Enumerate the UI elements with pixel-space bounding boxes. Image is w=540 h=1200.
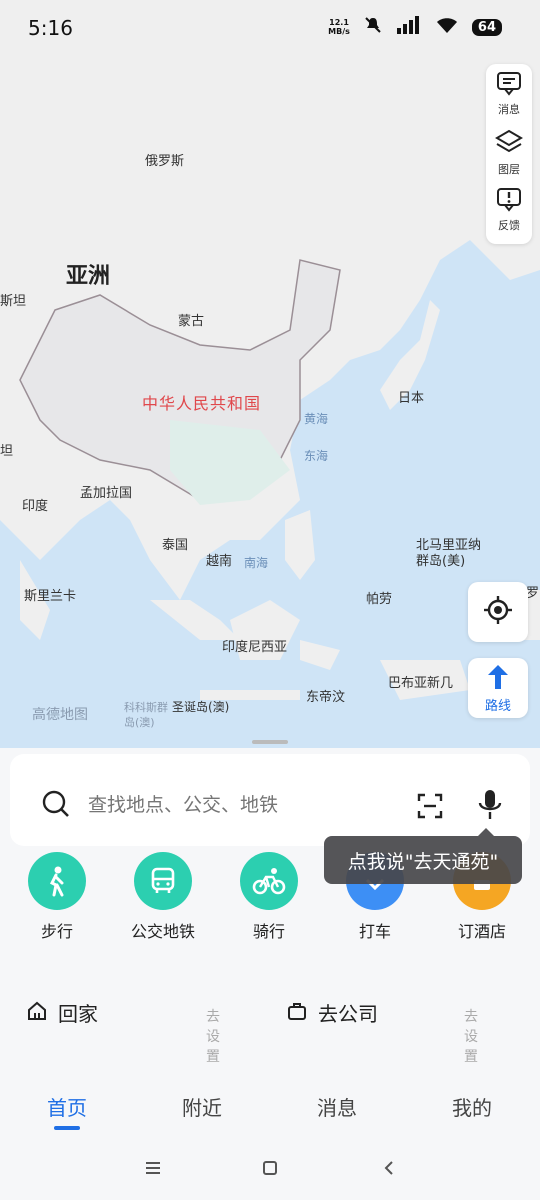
map-label-yellow-sea: 黄海 xyxy=(304,412,329,426)
battery-indicator: 64 xyxy=(471,18,502,36)
microphone-icon[interactable] xyxy=(476,788,504,826)
map-label-indonesia: 印度尼西亚 xyxy=(222,640,288,655)
back-icon[interactable] xyxy=(382,1160,396,1180)
bike-icon xyxy=(240,852,298,910)
mute-icon xyxy=(364,16,382,38)
tab-mine[interactable]: 我的 xyxy=(452,1092,492,1121)
bottom-tabs: 首页 附近 消息 我的 xyxy=(0,1088,540,1138)
map-label-cocos: 科科斯群 岛(澳) xyxy=(124,700,168,730)
map-label-asia: 亚洲 xyxy=(66,264,111,289)
menu-icon[interactable] xyxy=(144,1160,162,1180)
mode-transit[interactable]: 公交地铁 xyxy=(123,852,203,942)
voice-tooltip[interactable]: 点我说"去天通苑" xyxy=(324,828,522,884)
sheet-handle[interactable] xyxy=(252,740,288,744)
net-speed: 12.1 MB/s xyxy=(328,18,350,36)
status-time: 5:16 xyxy=(28,16,73,40)
map-label-east-timor: 东帝汶 xyxy=(306,690,346,705)
map-label-vietnam: 越南 xyxy=(206,554,233,569)
map-label-left-2: 坦 xyxy=(0,444,14,459)
fav-home-label: 回家 xyxy=(58,1002,98,1026)
net-speed-unit: MB/s xyxy=(328,27,350,36)
map-label-cocos-1: 科科斯群 xyxy=(124,701,168,714)
map-label-mariana-2: 群岛(美) xyxy=(416,554,466,569)
message-icon xyxy=(495,70,523,99)
mode-hotel-label: 订酒店 xyxy=(457,922,506,941)
map-label-palau: 帕劳 xyxy=(366,592,393,607)
map-label-cocos-2: 岛(澳) xyxy=(124,716,155,729)
map-label-india: 印度 xyxy=(22,499,49,514)
map-view[interactable]: 俄罗斯 亚洲 斯坦 蒙古 中华人民共和国 日本 黄海 坦 东海 孟加拉国 印度 … xyxy=(0,0,540,760)
map-label-east-sea: 东海 xyxy=(304,449,329,463)
fav-home-hint: 去设置 xyxy=(206,1009,220,1065)
route-button[interactable]: 路线 xyxy=(468,658,528,718)
wifi-icon xyxy=(436,16,458,38)
layers-icon xyxy=(494,128,524,159)
map-tools: 消息 图层 反馈 xyxy=(486,64,532,244)
mode-transit-label: 公交地铁 xyxy=(130,922,195,941)
route-button-label: 路线 xyxy=(484,698,511,714)
system-nav-bar xyxy=(0,1150,540,1190)
map-label-papua: 巴布亚新几 xyxy=(388,676,454,691)
mode-bike-label: 骑行 xyxy=(252,922,285,941)
mode-taxi-label: 打车 xyxy=(358,922,391,941)
net-speed-value: 12.1 xyxy=(329,18,349,27)
mode-walk[interactable]: 步行 xyxy=(17,852,97,942)
fav-home[interactable]: 回家 去设置 xyxy=(26,998,220,1065)
status-bar: 5:16 12.1 MB/s 64 xyxy=(0,0,540,56)
scan-icon[interactable] xyxy=(416,792,444,824)
tool-message-label: 消息 xyxy=(498,103,520,116)
fav-work-hint: 去设置 xyxy=(464,1009,478,1065)
tool-layers-label: 图层 xyxy=(498,163,520,176)
status-icons: 12.1 MB/s 64 xyxy=(328,16,502,38)
mode-bike[interactable]: 骑行 xyxy=(229,852,309,942)
walk-icon xyxy=(28,852,86,910)
tool-layers[interactable]: 图层 xyxy=(494,128,524,186)
route-arrow-icon xyxy=(486,663,510,695)
search-bar[interactable] xyxy=(10,754,530,846)
home-icon xyxy=(26,1000,48,1026)
fav-work[interactable]: 去公司 去设置 xyxy=(286,998,478,1065)
tool-feedback-label: 反馈 xyxy=(498,219,520,232)
tab-indicator xyxy=(54,1126,80,1130)
bus-icon xyxy=(134,852,192,910)
tab-nearby[interactable]: 附近 xyxy=(182,1092,222,1121)
map-credit: 高德地图 xyxy=(32,707,88,723)
fav-work-label: 去公司 xyxy=(318,1002,378,1026)
home-square-icon[interactable] xyxy=(262,1160,278,1180)
map-label-russia: 俄罗斯 xyxy=(145,154,185,169)
locate-icon xyxy=(482,594,514,630)
map-label-bangladesh: 孟加拉国 xyxy=(80,486,133,501)
feedback-icon xyxy=(495,186,523,215)
tab-messages[interactable]: 消息 xyxy=(317,1092,357,1121)
signal-icon xyxy=(396,16,422,38)
tab-home[interactable]: 首页 xyxy=(47,1092,87,1121)
map-label-thailand: 泰国 xyxy=(162,538,189,553)
map-label-japan: 日本 xyxy=(398,391,425,406)
map-label-china: 中华人民共和国 xyxy=(142,394,262,413)
locate-button[interactable] xyxy=(468,582,528,642)
map-label-left-1: 斯坦 xyxy=(0,294,27,309)
map-label-christmas: 圣诞岛(澳) xyxy=(172,700,230,714)
mode-walk-label: 步行 xyxy=(40,922,73,941)
briefcase-icon xyxy=(286,1000,308,1026)
map-label-mongolia: 蒙古 xyxy=(178,314,205,329)
search-input[interactable] xyxy=(88,794,348,816)
search-icon xyxy=(42,790,70,822)
tool-feedback[interactable]: 反馈 xyxy=(495,186,523,244)
map-label-south-sea: 南海 xyxy=(244,556,269,570)
map-label-sri-lanka: 斯里兰卡 xyxy=(24,589,77,604)
tool-message[interactable]: 消息 xyxy=(495,70,523,128)
